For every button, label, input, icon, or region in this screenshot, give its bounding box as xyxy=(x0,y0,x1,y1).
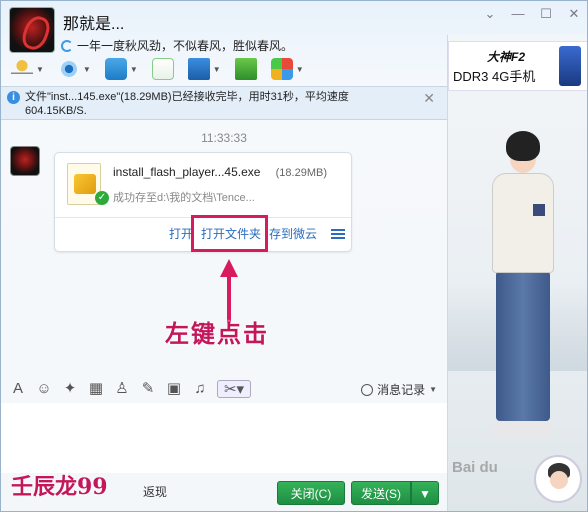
input-toolbar: A ☺ ✦ ▦ ♙ ✎ ▣ ♫ ✂▾ 消息记录 ▼ xyxy=(1,375,447,403)
baidu-watermark: Bai du xyxy=(452,459,498,476)
microphone-icon xyxy=(11,58,33,80)
transfer-notice: i 文件"inst...145.exe"(18.29MB)已经接收完毕，用时31… xyxy=(1,86,447,120)
webcam-icon xyxy=(57,58,80,80)
chat-window: 那就是... 一年一度秋风劲，不似春风，胜似春风。 ⌄ — ☐ ✕ ▼ ▼ ▼ xyxy=(0,0,588,512)
chevron-down-icon[interactable]: ⌄ xyxy=(483,7,497,21)
screen-share-icon xyxy=(234,58,257,80)
phone-icon xyxy=(559,46,581,86)
message-timestamp: 11:33:33 xyxy=(201,131,247,145)
add-contact-button[interactable] xyxy=(148,56,178,82)
emoji-icon[interactable]: ☺ xyxy=(35,380,53,398)
video-call-button[interactable]: ▼ xyxy=(54,56,95,82)
maximize-icon[interactable]: ☐ xyxy=(539,7,553,21)
author-watermark: 壬辰龙99 xyxy=(11,474,108,500)
annotation-highlight-box xyxy=(191,215,268,252)
save-to-cloud-link[interactable]: 存到微云 xyxy=(265,225,321,242)
show-avatar-figure[interactable] xyxy=(484,131,564,461)
file-status: 成功存至d:\我的文档\Tence... xyxy=(113,192,255,204)
shirt-pocket xyxy=(533,204,545,216)
font-icon[interactable]: A xyxy=(9,380,27,398)
my-avatar[interactable] xyxy=(534,455,582,503)
send-options-button[interactable]: ▼ xyxy=(411,481,439,505)
chevron-down-icon[interactable]: ▼ xyxy=(213,65,221,74)
jeans xyxy=(496,271,550,421)
side-panel: 大神F2 DDR3 4G手机 Bai du xyxy=(447,35,587,511)
add-document-icon xyxy=(151,58,174,80)
chevron-down-icon[interactable]: ▼ xyxy=(83,65,91,74)
message-area[interactable]: 11:33:33 ✓ install_flash_player...45.exe… xyxy=(1,121,447,373)
signature-icon xyxy=(61,39,73,52)
main-toolbar: ▼ ▼ ▼ ▼ ▼ xyxy=(7,55,308,83)
close-icon[interactable]: ✕ xyxy=(423,90,435,107)
music-icon[interactable]: ♫ xyxy=(191,380,209,398)
chevron-down-icon[interactable]: ▼ xyxy=(130,65,138,74)
hair xyxy=(506,131,540,161)
close-icon[interactable]: ✕ xyxy=(567,7,581,21)
close-button[interactable]: 关闭(C) xyxy=(277,481,345,505)
sender-avatar[interactable] xyxy=(10,146,40,176)
contact-avatar[interactable] xyxy=(9,7,55,53)
ad-text: DDR3 4G手机 xyxy=(453,69,536,84)
file-size: (18.29MB) xyxy=(275,167,327,179)
shake-icon[interactable]: ✦ xyxy=(61,380,79,398)
chevron-down-icon[interactable]: ▼ xyxy=(429,385,437,394)
info-icon: i xyxy=(7,91,20,104)
contact-name[interactable]: 那就是... xyxy=(63,10,124,34)
send-button[interactable]: 发送(S) xyxy=(351,481,411,505)
notice-text: 文件"inst...145.exe"(18.29MB)已经接收完毕，用时31秒，… xyxy=(25,91,349,117)
ad-banner[interactable]: 大神F2 DDR3 4G手机 xyxy=(448,41,587,91)
edit-icon[interactable]: ✎ xyxy=(139,380,157,398)
chevron-down-icon[interactable]: ▼ xyxy=(36,65,44,74)
message-input[interactable] xyxy=(1,403,447,473)
monitor-icon xyxy=(187,58,210,80)
contact-signature: 一年一度秋风劲，不似春风，胜似春风。 xyxy=(61,37,293,54)
share-screen-button[interactable] xyxy=(231,56,261,82)
window-controls: ⌄ — ☐ ✕ xyxy=(483,7,581,21)
package-icon xyxy=(74,174,96,194)
remote-desktop-button[interactable]: ▼ xyxy=(184,56,225,82)
apps-grid-icon xyxy=(270,58,293,80)
message-history-button[interactable]: 消息记录 ▼ xyxy=(361,381,437,398)
ad-brand: 大神F2 xyxy=(487,50,526,64)
image-icon[interactable]: ▣ xyxy=(165,380,183,398)
minimize-icon[interactable]: — xyxy=(511,7,525,21)
bottom-text: 返现 xyxy=(143,485,168,499)
voice-message-icon[interactable]: ♙ xyxy=(113,380,131,398)
shirt xyxy=(492,173,554,273)
screenshot-scissors-icon[interactable]: ✂▾ xyxy=(217,380,251,398)
shoes xyxy=(492,421,554,437)
folder-arrow-icon xyxy=(104,58,127,80)
file-name: install_flash_player...45.exe xyxy=(113,165,261,179)
check-icon: ✓ xyxy=(95,191,109,205)
signature-text: 一年一度秋风劲，不似春风，胜似春风。 xyxy=(77,39,294,53)
chevron-down-icon[interactable]: ▼ xyxy=(296,65,304,74)
clock-icon xyxy=(361,383,374,396)
annotation-callout: 左键点击 xyxy=(165,319,269,348)
magic-effect-icon[interactable]: ▦ xyxy=(87,380,105,398)
apps-button[interactable]: ▼ xyxy=(267,56,308,82)
menu-icon[interactable] xyxy=(331,228,346,239)
voice-call-button[interactable]: ▼ xyxy=(7,56,48,82)
history-label: 消息记录 xyxy=(377,383,426,397)
send-file-button[interactable]: ▼ xyxy=(101,56,142,82)
